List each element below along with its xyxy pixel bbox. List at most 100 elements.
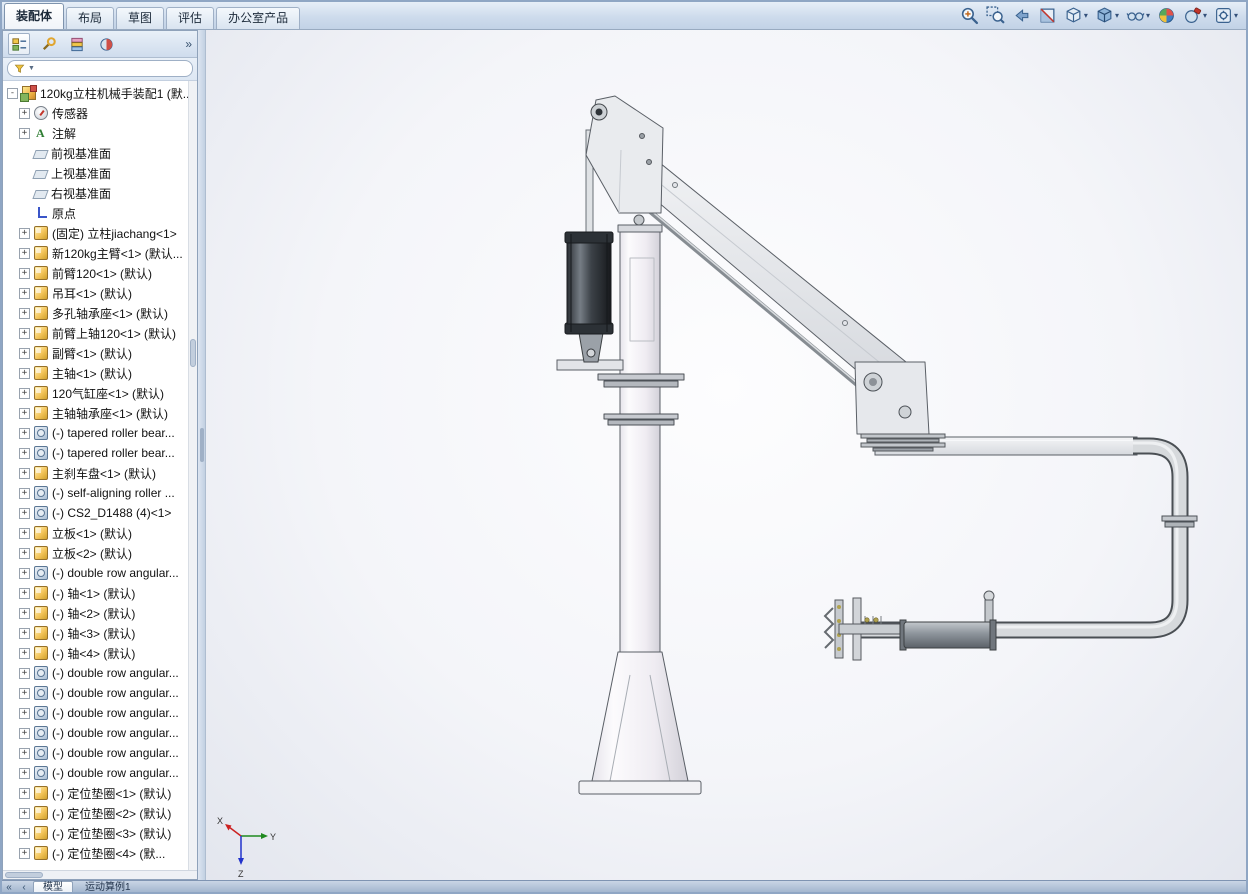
tree-item[interactable]: 120气缸座<1> (默认) [3, 383, 197, 403]
study-tab[interactable]: 模型 [33, 881, 73, 894]
tree-item[interactable]: (-) 定位垫圈<1> (默认) [3, 783, 197, 803]
expand-icon[interactable] [19, 807, 30, 819]
tree-item[interactable]: (-) 轴<2> (默认) [3, 603, 197, 623]
expand-icon[interactable] [19, 427, 30, 439]
command-tab[interactable]: 装配体 [4, 3, 65, 29]
model-elbow-joint[interactable] [854, 361, 946, 452]
tree-item[interactable]: 注解 [3, 123, 197, 143]
command-tab[interactable]: 草图 [116, 7, 165, 29]
tree-item[interactable]: (固定) 立柱jiachang<1> [3, 223, 197, 243]
expand-icon[interactable] [19, 467, 30, 479]
tree-item[interactable]: 原点 [3, 203, 197, 223]
tree-item[interactable]: 传感器 [3, 103, 197, 123]
tree-item[interactable]: (-) double row angular... [3, 683, 197, 703]
expand-icon[interactable] [19, 547, 30, 559]
expand-icon[interactable] [19, 107, 30, 119]
tree-item[interactable]: 立板<2> (默认) [3, 543, 197, 563]
expand-icon[interactable] [19, 287, 30, 299]
tree-item[interactable]: (-) double row angular... [3, 763, 197, 783]
tree-item[interactable]: 前视基准面 [3, 143, 197, 163]
expand-icon[interactable] [19, 667, 30, 679]
expand-icon[interactable] [19, 747, 30, 759]
dropdown-caret-icon[interactable]: ▾ [1234, 11, 1238, 20]
expand-icon[interactable] [19, 827, 30, 839]
expand-icon[interactable] [19, 767, 30, 779]
expand-icon[interactable] [19, 267, 30, 279]
assembly-model[interactable]: X Y Z [205, 30, 1248, 880]
edit-appearance-button[interactable] [1157, 6, 1176, 25]
toolbar-overflow-chevron[interactable]: » [185, 37, 192, 51]
tree-item[interactable]: 副臂<1> (默认) [3, 343, 197, 363]
expand-icon[interactable] [19, 607, 30, 619]
hide-show-items-button[interactable]: ▾ [1126, 6, 1150, 25]
tree-item[interactable]: (-) 定位垫圈<2> (默认) [3, 803, 197, 823]
tree-item[interactable]: 主轴轴承座<1> (默认) [3, 403, 197, 423]
tree-item[interactable]: (-) CS2_D1488 (4)<1> [3, 503, 197, 523]
first-study-icon[interactable]: « [3, 882, 15, 894]
tree-hscrollbar-thumb[interactable] [5, 872, 43, 878]
tree-item[interactable]: 主轴<1> (默认) [3, 363, 197, 383]
model-gripper[interactable] [823, 590, 997, 661]
command-tab[interactable]: 办公室产品 [216, 7, 301, 29]
model-pipe[interactable] [853, 437, 1198, 641]
expand-icon[interactable] [19, 587, 30, 599]
tree-item[interactable]: 新120kg主臂<1> (默认... [3, 243, 197, 263]
apply-scene-button[interactable]: ▾ [1183, 6, 1207, 25]
tree-item[interactable]: 前臂120<1> (默认) [3, 263, 197, 283]
tree-item[interactable]: 上视基准面 [3, 163, 197, 183]
panel-splitter[interactable] [198, 30, 206, 880]
tree-item[interactable]: 多孔轴承座<1> (默认) [3, 303, 197, 323]
expand-icon[interactable] [19, 527, 30, 539]
dropdown-caret-icon[interactable]: ▾ [1084, 11, 1088, 20]
expand-icon[interactable] [19, 687, 30, 699]
expand-icon[interactable] [19, 707, 30, 719]
prev-study-icon[interactable]: ‹ [18, 882, 30, 894]
view-settings-button[interactable]: ▾ [1214, 6, 1238, 25]
tree-item[interactable]: (-) 轴<1> (默认) [3, 583, 197, 603]
tree-item[interactable]: (-) double row angular... [3, 563, 197, 583]
tree-hscrollbar[interactable] [3, 870, 197, 879]
model-head-bracket[interactable] [585, 95, 664, 226]
tree-item[interactable]: (-) 轴<4> (默认) [3, 643, 197, 663]
tree-item[interactable]: (-) tapered roller bear... [3, 423, 197, 443]
graphics-area[interactable]: X Y Z [205, 30, 1248, 880]
section-view-button[interactable] [1038, 6, 1057, 25]
expand-icon[interactable] [19, 487, 30, 499]
tree-item[interactable]: (-) double row angular... [3, 703, 197, 723]
study-tab[interactable]: 运动算例1 [76, 882, 140, 894]
display-style-button[interactable]: ▾ [1095, 6, 1119, 25]
command-tab[interactable]: 评估 [166, 7, 215, 29]
expand-icon[interactable] [19, 347, 30, 359]
expand-icon[interactable] [19, 227, 30, 239]
expand-icon[interactable] [19, 567, 30, 579]
expand-icon[interactable] [19, 307, 30, 319]
expand-icon[interactable] [19, 127, 30, 139]
tree-item[interactable]: 前臂上轴120<1> (默认) [3, 323, 197, 343]
tree-filter-input[interactable]: ▼ [7, 60, 193, 77]
view-orientation-button[interactable]: ▾ [1064, 6, 1088, 25]
expand-icon[interactable] [19, 507, 30, 519]
splitter-grip[interactable] [199, 428, 204, 462]
tree-item[interactable]: 立板<1> (默认) [3, 523, 197, 543]
expand-icon[interactable] [19, 727, 30, 739]
propertymanager-tab-button[interactable] [37, 33, 59, 55]
tree-item[interactable]: (-) tapered roller bear... [3, 443, 197, 463]
tree-item[interactable]: (-) self-aligning roller ... [3, 483, 197, 503]
expand-icon[interactable] [19, 407, 30, 419]
expand-icon[interactable] [19, 327, 30, 339]
tree-item[interactable]: (-) 定位垫圈<4> (默... [3, 843, 197, 863]
collapse-icon[interactable] [7, 87, 18, 99]
tree-item[interactable]: 主刹车盘<1> (默认) [3, 463, 197, 483]
tree-root-item[interactable]: 120kg立柱机械手装配1 (默... [3, 83, 197, 103]
expand-icon[interactable] [19, 447, 30, 459]
dropdown-caret-icon[interactable]: ▾ [1146, 11, 1150, 20]
tree-scrollbar[interactable] [188, 81, 197, 870]
expand-icon[interactable] [19, 387, 30, 399]
expand-icon[interactable] [19, 847, 30, 859]
tree-scrollbar-thumb[interactable] [190, 339, 196, 367]
tree-item[interactable]: (-) 轴<3> (默认) [3, 623, 197, 643]
tree-item[interactable]: (-) 定位垫圈<3> (默认) [3, 823, 197, 843]
filter-caret-icon[interactable]: ▼ [28, 65, 35, 72]
previous-view-button[interactable] [1012, 6, 1031, 25]
configurationmanager-tab-button[interactable] [66, 33, 88, 55]
